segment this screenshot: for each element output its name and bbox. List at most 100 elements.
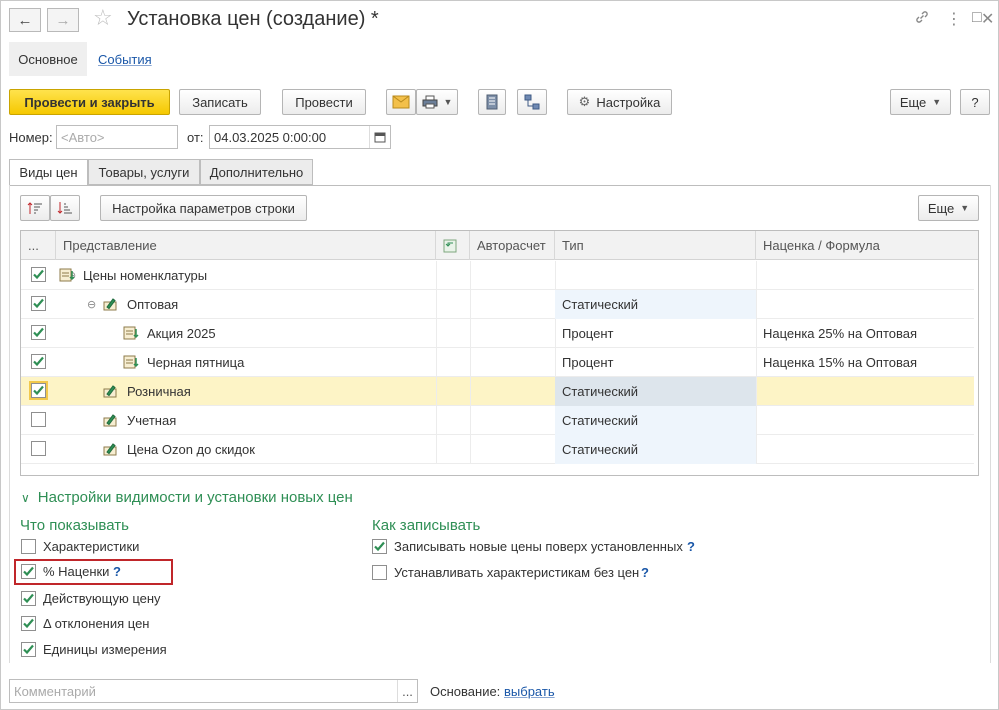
write-checkbox[interactable] <box>372 565 387 580</box>
row-checkbox[interactable] <box>31 296 46 311</box>
col-recalc[interactable] <box>436 231 470 260</box>
visibility-section-toggle[interactable]: ∨ Настройки видимости и установки новых … <box>21 489 353 506</box>
row-type[interactable]: Статический <box>555 290 756 319</box>
show-option[interactable]: Действующую цену <box>21 591 161 606</box>
show-checkbox[interactable] <box>21 591 36 606</box>
report-structure-button[interactable] <box>478 89 506 115</box>
price-edit-icon <box>103 442 119 456</box>
row-markup[interactable] <box>756 435 974 464</box>
forward-button[interactable]: → <box>47 8 79 32</box>
comment-placeholder: Комментарий <box>14 683 96 699</box>
row-name: Учетная <box>127 413 177 428</box>
table-row[interactable]: Учетная Статический <box>21 406 974 435</box>
link-icon[interactable] <box>914 9 930 30</box>
table-row[interactable]: ⊖ Оптовая Статический <box>21 290 974 319</box>
row-checkbox[interactable] <box>31 383 46 398</box>
row-type[interactable]: Статический <box>555 435 756 464</box>
write-over-help-icon[interactable]: ? <box>687 539 695 554</box>
row-type[interactable]: Процент <box>555 319 756 348</box>
related-docs-button[interactable] <box>517 89 547 115</box>
post-button[interactable]: Провести <box>282 89 366 115</box>
comment-expand-button[interactable]: ... <box>397 680 417 702</box>
row-name: Цена Ozon до скидок <box>127 442 255 457</box>
favorite-star-icon[interactable]: ☆ <box>93 5 113 31</box>
table-row[interactable]: Акция 2025 Процент Наценка 25% на Оптовая <box>21 319 974 348</box>
row-markup[interactable] <box>756 406 974 435</box>
row-markup[interactable]: Наценка 25% на Оптовая <box>756 319 974 348</box>
number-label: Номер: <box>9 130 53 145</box>
panel-right-border <box>990 185 991 663</box>
tab-goods-services[interactable]: Товары, услуги <box>88 159 200 185</box>
calendar-button[interactable] <box>369 126 390 148</box>
column-divider <box>436 290 437 319</box>
email-button[interactable] <box>386 89 416 115</box>
settings-button[interactable]: ⚙ Настройка <box>567 89 672 115</box>
calendar-icon <box>374 132 386 143</box>
post-and-close-button[interactable]: Провести и закрыть <box>9 89 170 115</box>
column-divider <box>470 290 471 319</box>
close-x-icon[interactable]: ✕ <box>981 9 994 29</box>
table-row[interactable]: ⊖ Цены номенклатуры <box>21 261 974 290</box>
row-type[interactable]: Статический <box>555 377 756 406</box>
list-doc-icon <box>486 94 498 110</box>
show-checkbox[interactable] <box>21 539 36 554</box>
row-checkbox[interactable] <box>31 412 46 427</box>
row-type[interactable]: Процент <box>555 348 756 377</box>
date-input[interactable]: 04.03.2025 0:00:00 <box>209 125 391 149</box>
row-checkbox[interactable] <box>31 441 46 456</box>
print-button[interactable]: ▼ <box>416 89 458 115</box>
table-row[interactable]: Цена Ozon до скидок Статический <box>21 435 974 464</box>
show-option[interactable]: Характеристики <box>21 539 139 554</box>
back-button[interactable]: ← <box>9 8 41 32</box>
price-types-table[interactable]: ... Представление Авторасчет Тип Наценка… <box>20 230 979 476</box>
row-settings-button[interactable]: Настройка параметров строки <box>100 195 307 221</box>
show-option[interactable]: Δ отклонения цен <box>21 616 149 631</box>
table-more-button[interactable]: Еще ▼ <box>918 195 979 221</box>
table-row[interactable]: Черная пятница Процент Наценка 15% на Опто… <box>21 348 974 377</box>
basis-select-link[interactable]: выбрать <box>504 684 555 699</box>
visibility-section-title: Настройки видимости и установки новых це… <box>37 489 353 506</box>
sort-asc-button[interactable] <box>20 195 50 221</box>
row-type[interactable] <box>555 261 756 290</box>
row-type[interactable]: Статический <box>555 406 756 435</box>
row-checkbox[interactable] <box>31 325 46 340</box>
markup-help-icon[interactable]: ? <box>113 564 121 579</box>
row-markup[interactable] <box>756 290 974 319</box>
col-type[interactable]: Тип <box>555 231 756 260</box>
chars-help-icon[interactable]: ? <box>641 565 649 580</box>
write-option[interactable]: Записывать новые цены поверх установленн… <box>372 539 683 554</box>
envelope-icon <box>392 95 410 109</box>
row-markup[interactable] <box>756 377 974 406</box>
write-option[interactable]: Устанавливать характеристикам без цен <box>372 565 639 580</box>
row-checkbox[interactable] <box>31 267 46 282</box>
col-representation[interactable]: Представление <box>56 231 436 260</box>
help-button[interactable]: ? <box>960 89 990 115</box>
show-checkbox[interactable] <box>21 642 36 657</box>
sort-desc-button[interactable] <box>50 195 80 221</box>
col-autocalc[interactable]: Авторасчет <box>470 231 555 260</box>
price-group-icon <box>123 355 139 369</box>
show-option[interactable]: Единицы измерения <box>21 642 167 657</box>
write-checkbox[interactable] <box>372 539 387 554</box>
date-value: 04.03.2025 0:00:00 <box>214 129 327 145</box>
save-button[interactable]: Записать <box>179 89 261 115</box>
row-checkbox[interactable] <box>31 354 46 369</box>
tab-price-types[interactable]: Виды цен <box>9 159 88 186</box>
comment-input[interactable]: Комментарий <box>9 679 418 703</box>
kebab-menu-icon[interactable]: ⋮ <box>946 9 962 29</box>
row-markup[interactable] <box>756 261 974 290</box>
recalc-arrow-icon <box>443 239 457 252</box>
tab-panel-divider <box>9 185 991 186</box>
tab-additional[interactable]: Дополнительно <box>200 159 313 185</box>
show-checkbox[interactable] <box>21 616 36 631</box>
col-markup[interactable]: Наценка / Формула <box>756 231 974 260</box>
section-events-link[interactable]: События <box>98 52 152 67</box>
table-row[interactable]: Розничная Статический <box>21 377 974 406</box>
more-button[interactable]: Еще ▼ <box>890 89 951 115</box>
row-markup[interactable]: Наценка 15% на Оптовая <box>756 348 974 377</box>
tree-collapse-icon[interactable]: ⊖ <box>87 298 96 311</box>
column-divider <box>470 435 471 464</box>
section-main[interactable]: Основное <box>9 42 87 76</box>
number-input[interactable]: <Авто> <box>56 125 178 149</box>
row-name: Черная пятница <box>147 355 245 370</box>
